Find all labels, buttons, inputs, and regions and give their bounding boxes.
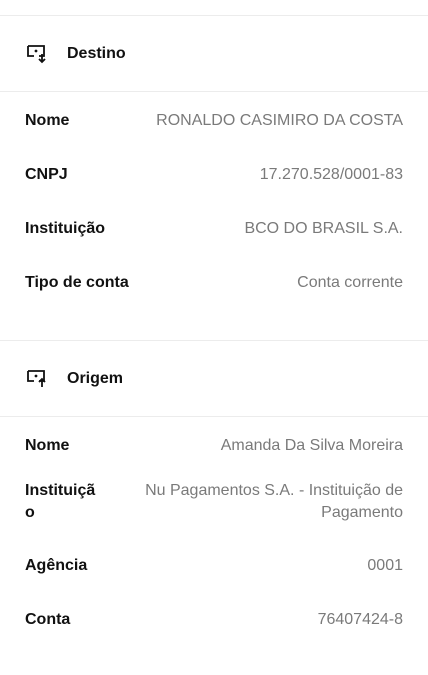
origem-nome-label: Nome [25,437,70,454]
origem-instituicao-label: Instituição [25,482,96,521]
origem-row-instituicao: Instituição Nu Pagamentos S.A. - Institu… [25,480,403,555]
destino-nome-label: Nome [25,112,70,129]
origem-agencia-label: Agência [25,557,88,574]
destino-row-instituicao: Instituição BCO DO BRASIL S.A. [25,218,403,272]
origem-nome-value: Amanda Da Silva Moreira [220,437,403,454]
destino-details: Nome RONALDO CASIMIRO DA COSTA CNPJ 17.2… [0,92,428,326]
origem-row-nome: Nome Amanda Da Silva Moreira [25,435,403,480]
origem-row-conta: Conta 76407424-8 [25,609,403,663]
screen-download-icon [25,43,51,65]
destino-tipo-conta-value: Conta corrente [297,274,403,291]
origem-header: Origem [0,341,428,416]
origem-instituicao-value: Nu Pagamentos S.A. - Instituição de Paga… [145,482,403,521]
destino-instituicao-label: Instituição [25,220,106,237]
destino-row-nome: Nome RONALDO CASIMIRO DA COSTA [25,110,403,164]
origem-conta-value: 76407424-8 [317,611,403,628]
destino-row-tipo-conta: Tipo de conta Conta corrente [25,272,403,326]
origem-row-agencia: Agência 0001 [25,555,403,609]
origem-title: Origem [67,369,124,387]
destino-cnpj-value: 17.270.528/0001-83 [259,166,403,183]
destino-cnpj-label: CNPJ [25,166,68,183]
destino-title: Destino [67,44,126,62]
origem-agencia-value: 0001 [367,557,403,574]
screen-upload-icon [25,368,51,390]
destino-nome-value: RONALDO CASIMIRO DA COSTA [156,112,403,129]
destino-row-cnpj: CNPJ 17.270.528/0001-83 [25,164,403,218]
destino-header: Destino [0,16,428,91]
destino-tipo-conta-label: Tipo de conta [25,274,129,291]
origem-details: Nome Amanda Da Silva Moreira Instituição… [0,417,428,663]
origem-conta-label: Conta [25,611,71,628]
destino-instituicao-value: BCO DO BRASIL S.A. [244,220,403,237]
